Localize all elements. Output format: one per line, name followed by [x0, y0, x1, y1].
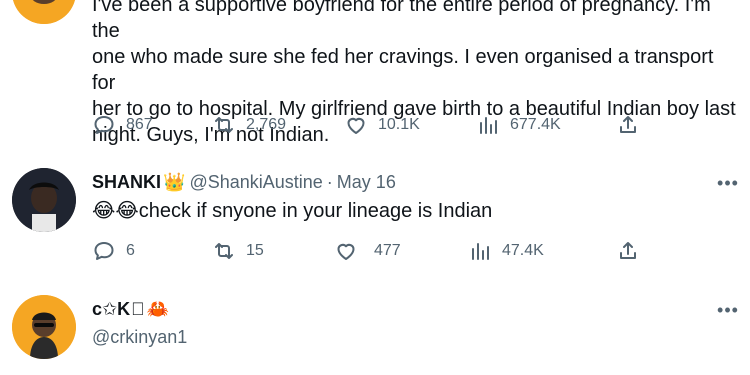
like-count: 477	[374, 242, 401, 259]
views-button[interactable]: 677.4K	[476, 110, 561, 140]
heart-icon	[337, 243, 355, 260]
tweet-3[interactable]: c✩K  🦀 ••• @crkinyan1	[0, 290, 750, 375]
tweet-3-handle-line: @crkinyan1	[92, 323, 187, 351]
reply-button[interactable]: 6	[92, 236, 135, 266]
tweet-2-text: 😂😂check if snyone in your lineage is Ind…	[92, 200, 493, 222]
author-name[interactable]: SHANKI	[92, 172, 161, 193]
retweet-count: 2,769	[246, 116, 287, 133]
reply-count: 6	[126, 242, 135, 259]
author-name[interactable]: c✩K	[92, 299, 130, 320]
tweet-1-actions: 867 2,769 10.1K 677.4K	[92, 110, 692, 140]
views-count: 677.4K	[510, 116, 561, 133]
share-icon	[620, 242, 636, 259]
views-bar-chart-icon	[472, 243, 489, 260]
apple-icon: 	[131, 299, 145, 320]
retweet-count: 15	[246, 242, 264, 259]
views-count: 47.4K	[502, 242, 544, 259]
share-button[interactable]	[616, 110, 640, 140]
reply-icon	[94, 116, 114, 134]
tweet-3-header: c✩K  🦀	[92, 295, 173, 323]
avatar-tweet-3[interactable]	[12, 295, 76, 359]
author-handle[interactable]: @crkinyan1	[92, 327, 187, 348]
separator-dot: ·	[326, 171, 333, 192]
reply-icon	[94, 242, 114, 260]
retweet-button[interactable]: 15	[212, 236, 264, 266]
tweet-2-actions: 6 15 477 47.4K	[92, 236, 692, 266]
more-icon[interactable]: •••	[714, 173, 742, 193]
reply-count: 867	[126, 116, 153, 133]
views-bar-chart-icon	[480, 117, 497, 134]
retweet-button[interactable]: 2,769	[212, 110, 286, 140]
tweet-1: I've been a supportive boyfriend for the…	[0, 0, 750, 160]
retweet-icon	[215, 117, 233, 133]
share-icon	[620, 116, 636, 133]
tweet-2[interactable]: SHANKI 👑 @ShankiAustine · May 16 ••• 😂😂c…	[0, 165, 750, 280]
author-handle[interactable]: @ShankiAustine	[189, 172, 322, 193]
crab-emoji-icon: 🦀	[133, 298, 169, 319]
retweet-icon	[215, 243, 233, 259]
tweet-date[interactable]: May 16	[337, 172, 396, 193]
like-count: 10.1K	[378, 116, 420, 133]
like-button[interactable]: 477	[334, 236, 401, 266]
share-button[interactable]	[616, 236, 640, 266]
reply-button[interactable]: 867	[92, 110, 153, 140]
more-icon[interactable]: •••	[714, 300, 742, 320]
avatar-tweet-1[interactable]	[12, 0, 76, 24]
tweet-2-header: SHANKI 👑 @ShankiAustine · May 16	[92, 168, 396, 196]
views-button[interactable]: 47.4K	[468, 236, 544, 266]
crown-emoji-icon: 👑	[163, 171, 186, 192]
heart-icon	[347, 117, 365, 134]
like-button[interactable]: 10.1K	[344, 110, 420, 140]
avatar-tweet-2[interactable]	[12, 168, 76, 232]
